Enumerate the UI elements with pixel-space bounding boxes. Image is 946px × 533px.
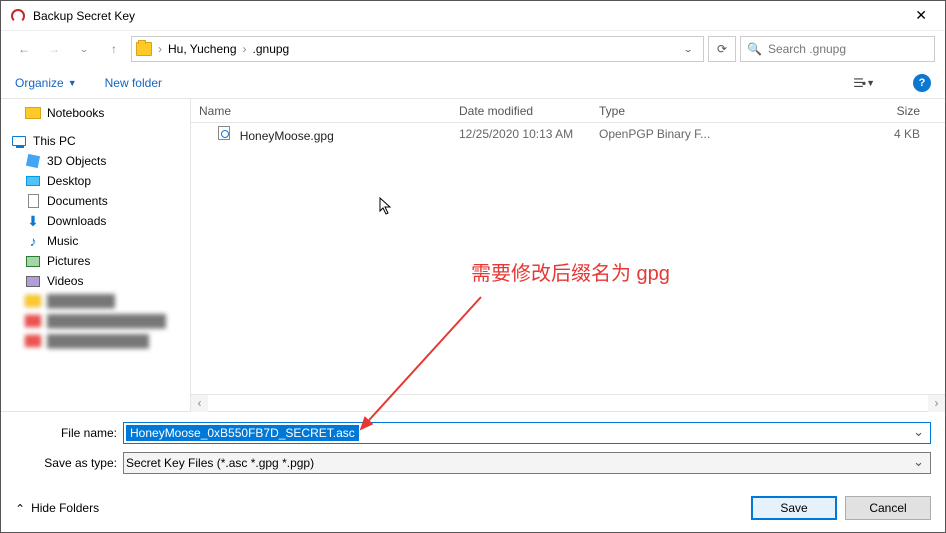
up-button[interactable]: ↑ — [101, 36, 127, 62]
filename-input[interactable]: HoneyMoose_0xB550FB7D_SECRET.asc — [123, 422, 931, 444]
main-area: Notebooks This PC 3D Objects Desktop Doc… — [1, 99, 945, 412]
window-title: Backup Secret Key — [33, 9, 905, 23]
filetype-select[interactable]: Secret Key Files (*.asc *.gpg *.pgp) — [123, 452, 931, 474]
videos-icon — [26, 276, 40, 287]
tree-item-documents[interactable]: Documents — [1, 191, 190, 211]
scroll-right-button[interactable]: › — [928, 395, 945, 412]
cancel-button[interactable]: Cancel — [845, 496, 931, 520]
chevron-up-icon: ⌄ — [15, 501, 25, 515]
tree-label: ████████ — [47, 294, 115, 308]
tree-item-obscured[interactable]: ████████ — [1, 291, 190, 311]
folder-icon — [25, 315, 41, 327]
tree-label: Desktop — [47, 174, 91, 188]
col-type[interactable]: Type — [591, 104, 721, 118]
music-icon: ♪ — [25, 234, 41, 248]
tree-item-obscured[interactable]: ██████████████ — [1, 311, 190, 331]
col-name[interactable]: Name — [191, 104, 451, 118]
download-icon: ⬇ — [25, 214, 41, 228]
tree-item-music[interactable]: ♪ Music — [1, 231, 190, 251]
tree-item-3d-objects[interactable]: 3D Objects — [1, 151, 190, 171]
file-size: 4 KB — [721, 127, 945, 141]
filename-value: HoneyMoose_0xB550FB7D_SECRET.asc — [126, 425, 359, 441]
folder-icon — [136, 42, 152, 56]
tree-label: ██████████████ — [47, 314, 166, 328]
horizontal-scrollbar[interactable]: ‹ › — [191, 394, 945, 411]
filename-label: File name: — [15, 426, 123, 440]
save-button[interactable]: Save — [751, 496, 837, 520]
tree-item-notebooks[interactable]: Notebooks — [1, 103, 190, 123]
view-mode-button[interactable]: ☰▪ ▼ — [853, 76, 875, 90]
search-icon: 🔍 — [747, 42, 762, 56]
chevron-down-icon: ▼ — [68, 78, 77, 88]
pc-icon — [12, 136, 26, 146]
chevron-right-icon: › — [243, 42, 247, 56]
address-dropdown[interactable]: ⌄ — [677, 42, 699, 56]
forward-button[interactable]: → — [41, 36, 67, 62]
close-button[interactable]: ✕ — [905, 3, 937, 28]
tree-label: Pictures — [47, 254, 90, 268]
column-headers: Name Date modified Type Size — [191, 99, 945, 123]
recent-dropdown[interactable]: ⌄ — [71, 36, 97, 62]
tree-item-pictures[interactable]: Pictures — [1, 251, 190, 271]
tree-label: Downloads — [47, 214, 106, 228]
tree-label: ████████████ — [47, 334, 149, 348]
chevron-down-icon: ▼ — [866, 78, 875, 88]
folder-icon — [25, 295, 41, 307]
organize-menu[interactable]: Organize ▼ — [15, 76, 77, 90]
save-form: File name: HoneyMoose_0xB550FB7D_SECRET.… — [1, 412, 945, 486]
col-size[interactable]: Size — [721, 104, 945, 118]
back-button[interactable]: ← — [11, 36, 37, 62]
hide-folders-button[interactable]: ⌄ Hide Folders — [15, 501, 99, 515]
folder-icon — [25, 335, 41, 347]
col-date[interactable]: Date modified — [451, 104, 591, 118]
desktop-icon — [26, 176, 40, 186]
refresh-button[interactable]: ⟳ — [708, 36, 736, 62]
help-button[interactable]: ? — [913, 74, 931, 92]
button-row: ⌄ Hide Folders Save Cancel — [1, 486, 945, 532]
new-folder-button[interactable]: New folder — [105, 76, 162, 90]
tree-label: Notebooks — [47, 106, 104, 120]
nav-row: ← → ⌄ ↑ › Hu, Yucheng › .gnupg ⌄ ⟳ 🔍 Sea… — [1, 31, 945, 67]
scroll-left-button[interactable]: ‹ — [191, 395, 208, 412]
hide-folders-label: Hide Folders — [31, 501, 99, 515]
document-icon — [28, 194, 39, 208]
tree-item-desktop[interactable]: Desktop — [1, 171, 190, 191]
search-input[interactable]: 🔍 Search .gnupg — [740, 36, 935, 62]
pictures-icon — [26, 256, 40, 267]
folder-tree: Notebooks This PC 3D Objects Desktop Doc… — [1, 99, 191, 411]
type-label: Save as type: — [15, 456, 123, 470]
address-bar[interactable]: › Hu, Yucheng › .gnupg ⌄ — [131, 36, 704, 62]
file-list-pane: Name Date modified Type Size HoneyMoose.… — [191, 99, 945, 411]
tree-item-videos[interactable]: Videos — [1, 271, 190, 291]
tree-item-this-pc[interactable]: This PC — [1, 131, 190, 151]
file-name: HoneyMoose.gpg — [240, 129, 334, 143]
tree-label: 3D Objects — [47, 154, 106, 168]
cube-icon — [26, 154, 40, 168]
file-row[interactable]: HoneyMoose.gpg 12/25/2020 10:13 AM OpenP… — [191, 123, 945, 145]
tree-item-downloads[interactable]: ⬇ Downloads — [1, 211, 190, 231]
search-placeholder: Search .gnupg — [768, 42, 846, 56]
view-icon: ☰▪ — [853, 76, 864, 90]
file-icon — [218, 126, 230, 140]
title-bar: Backup Secret Key ✕ — [1, 1, 945, 31]
chevron-right-icon: › — [158, 42, 162, 56]
tree-label: Documents — [47, 194, 108, 208]
tree-item-obscured[interactable]: ████████████ — [1, 331, 190, 351]
tree-label: This PC — [33, 134, 76, 148]
breadcrumb-segment[interactable]: Hu, Yucheng — [168, 42, 237, 56]
file-date: 12/25/2020 10:13 AM — [451, 127, 591, 141]
folder-icon — [25, 107, 41, 119]
filetype-value: Secret Key Files (*.asc *.gpg *.pgp) — [126, 456, 314, 470]
tree-label: Music — [47, 234, 78, 248]
file-list-body[interactable]: HoneyMoose.gpg 12/25/2020 10:13 AM OpenP… — [191, 123, 945, 394]
tree-label: Videos — [47, 274, 83, 288]
breadcrumb-segment[interactable]: .gnupg — [253, 42, 290, 56]
toolbar: Organize ▼ New folder ☰▪ ▼ ? — [1, 67, 945, 99]
app-icon — [11, 9, 25, 23]
file-type: OpenPGP Binary F... — [591, 127, 721, 141]
